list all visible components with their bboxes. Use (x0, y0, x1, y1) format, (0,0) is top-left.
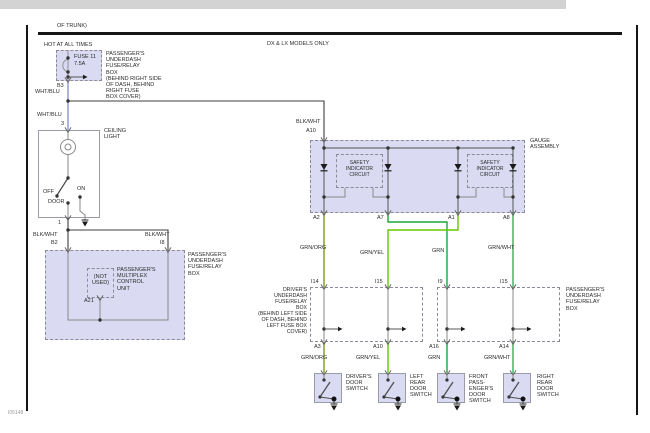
wire-label-whtblu-1: WHT/BLU (35, 89, 60, 95)
models-note: DX & LX MODELS ONLY (267, 41, 329, 47)
wire-grnyel (388, 213, 458, 287)
terminal-a21: A21 (84, 298, 94, 304)
gauge-assembly-label: GAUGE ASSEMBLY (530, 138, 559, 150)
ground-icon (331, 406, 337, 411)
front-passenger-door-switch-label: FRONT PASS- ENGER'S DOOR SWITCH (469, 374, 493, 404)
not-used-label: (NOT USED) (88, 274, 113, 286)
diagram-symbols (55, 56, 531, 410)
terminal-i14: I14 (311, 279, 319, 285)
wire-label-grnyel: GRN/YEL (360, 250, 384, 256)
page-border-left (26, 25, 28, 411)
wire-label-grnorg: GRN/ORG (300, 245, 326, 251)
safety-indicator-left-label: SAFETY INDICATOR CIRCUIT (336, 161, 383, 178)
driver-underdash-box (310, 287, 423, 342)
multiplex-box-note: PASSENGER'S UNDERDASH FUSE/RELAY BOX (188, 252, 227, 277)
switch-pos-door: DOOR (48, 199, 65, 205)
passenger-underdash-box-lower (437, 287, 560, 342)
top-gray-bar (0, 0, 566, 9)
terminal-a16: A16 (429, 344, 439, 350)
ceiling-light-label: CEILING LIGHT (104, 128, 126, 140)
switch-pos-on: ON (77, 186, 85, 192)
diagram-top-rule (38, 32, 622, 35)
wire-label-whtblu-2: WHT/BLU (37, 112, 62, 118)
terminal-i15-right: I15 (500, 279, 508, 285)
doc-id: I05148 (8, 410, 23, 416)
ground-icon (395, 406, 401, 411)
terminal-a10: A10 (306, 128, 316, 134)
multiplex-unit-label: PASSENGER'S MULTIPLEX CONTROL UNIT (117, 267, 156, 292)
ground-icon (454, 406, 460, 411)
terminal-b2: B2 (51, 240, 58, 246)
switch-pos-off: OFF (43, 189, 54, 195)
junction-dot (66, 228, 69, 231)
wire-label-grnwht-2: GRN/WHT (484, 355, 510, 361)
terminal-1: 1 (58, 220, 61, 226)
terminal-a3: A3 (314, 344, 321, 350)
left-rear-door-switch-box (378, 373, 406, 403)
trunk-note: OF TRUNK) (57, 23, 87, 29)
wire-label-grnyel-2: GRN/YEL (356, 355, 380, 361)
terminal-i15-left: I15 (375, 279, 383, 285)
terminal-a10-lower: A10 (373, 344, 383, 350)
ground-icon (82, 222, 88, 227)
terminal-a2: A2 (313, 215, 320, 221)
wire-label-grn-2: GRN (428, 355, 440, 361)
wire-label-blkwht-gauge: BLK/WHT (296, 119, 320, 125)
terminal-a14: A14 (499, 344, 509, 350)
left-rear-door-switch-label: LEFT REAR DOOR SWITCH (410, 374, 432, 398)
wire-label-grnwht: GRN/WHT (488, 245, 514, 251)
terminal-i8: I8 (160, 240, 165, 246)
hot-at-all-times-label: HOT AT ALL TIMES (44, 42, 92, 48)
right-rear-door-switch-label: RIGHT REAR DOOR SWITCH (537, 374, 559, 398)
terminal-3: 3 (61, 121, 64, 127)
wire-label-grnorg-2: GRN/ORG (301, 355, 327, 361)
terminal-a1: A1 (448, 215, 455, 221)
wiring-diagram-page: OF TRUNK) DX & LX MODELS ONLY I05148 HOT… (0, 0, 650, 433)
passenger-box-note: PASSENGER'S UNDERDASH FUSE/RELAY BOX (566, 287, 605, 312)
front-passenger-door-switch-box (437, 373, 465, 403)
safety-indicator-right-label: SAFETY INDICATOR CIRCUIT (467, 161, 513, 178)
junction-dot (66, 99, 69, 102)
terminal-a8: A8 (503, 215, 510, 221)
terminal-a7: A7 (377, 215, 384, 221)
ground-icon (520, 406, 526, 411)
driver-door-switch-label: DRIVER'S DOOR SWITCH (346, 374, 372, 392)
fuse-rating: 7.5A (74, 61, 85, 67)
passenger-underdash-box-upper (45, 250, 185, 340)
driver-door-switch-box (314, 373, 342, 403)
wire-label-grn: GRN (432, 248, 444, 254)
passenger-fusebox-note: PASSENGER'S UNDERDASH FUSE/RELAY BOX (BE… (106, 51, 162, 101)
page-border-right (636, 25, 638, 415)
terminal-i9: I9 (438, 279, 443, 285)
right-rear-door-switch-box (503, 373, 531, 403)
wire-label-blkwht-left: BLK/WHT (33, 232, 57, 238)
fuse-name: FUSE 11 (74, 54, 96, 60)
driver-box-note: DRIVER'S UNDERDASH FUSE/RELAY BOX (BEHIN… (230, 287, 307, 335)
wire-label-blkwht-right: BLK/WHT (145, 232, 169, 238)
